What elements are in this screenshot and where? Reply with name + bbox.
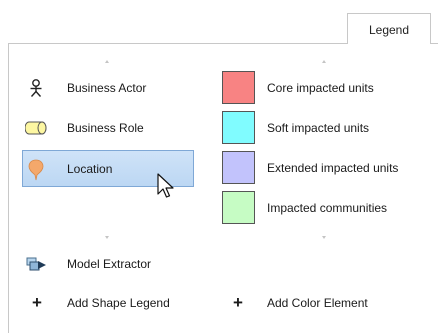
color-swatch	[222, 151, 255, 184]
color-item-label: Extended impacted units	[267, 161, 399, 175]
color-swatch	[222, 71, 255, 104]
color-item-extended[interactable]: Extended impacted units	[222, 151, 432, 186]
add-shape-legend-button[interactable]: + Add Shape Legend	[22, 288, 202, 318]
add-color-element-button[interactable]: + Add Color Element	[222, 288, 412, 318]
model-extractor-icon	[26, 257, 46, 271]
mouse-cursor-icon	[157, 173, 174, 198]
legend-item-business-role[interactable]: Business Role	[22, 113, 194, 143]
model-extractor-label: Model Extractor	[67, 257, 152, 271]
shape-scroll-down-icon[interactable]	[105, 236, 109, 239]
model-extractor-item[interactable]: Model Extractor	[22, 249, 194, 279]
color-item-label: Core impacted units	[267, 81, 374, 95]
color-item-soft[interactable]: Soft impacted units	[222, 111, 432, 146]
shape-scroll-up-icon[interactable]	[105, 60, 109, 63]
legend-item-label: Business Role	[67, 121, 144, 135]
plus-icon: +	[233, 293, 243, 312]
legend-item-label: Business Actor	[67, 81, 147, 95]
business-actor-icon	[30, 79, 42, 97]
color-item-communities[interactable]: Impacted communities	[222, 191, 432, 226]
tab-join	[348, 42, 430, 45]
legend-item-label: Location	[67, 161, 113, 176]
tab-legend[interactable]: Legend	[347, 13, 431, 44]
add-shape-legend-label: Add Shape Legend	[67, 296, 170, 310]
color-scroll-down-icon[interactable]	[322, 236, 326, 239]
color-item-label: Soft impacted units	[267, 121, 370, 135]
add-color-element-label: Add Color Element	[267, 296, 368, 310]
plus-icon: +	[32, 293, 42, 312]
color-item-core[interactable]: Core impacted units	[222, 71, 432, 106]
legend-item-business-actor[interactable]: Business Actor	[22, 73, 194, 103]
color-swatch	[222, 111, 255, 144]
color-swatch	[222, 191, 255, 224]
color-scroll-up-icon[interactable]	[322, 60, 326, 63]
color-item-label: Impacted communities	[267, 201, 388, 215]
business-role-icon	[25, 121, 47, 135]
location-pin-icon	[28, 159, 44, 181]
